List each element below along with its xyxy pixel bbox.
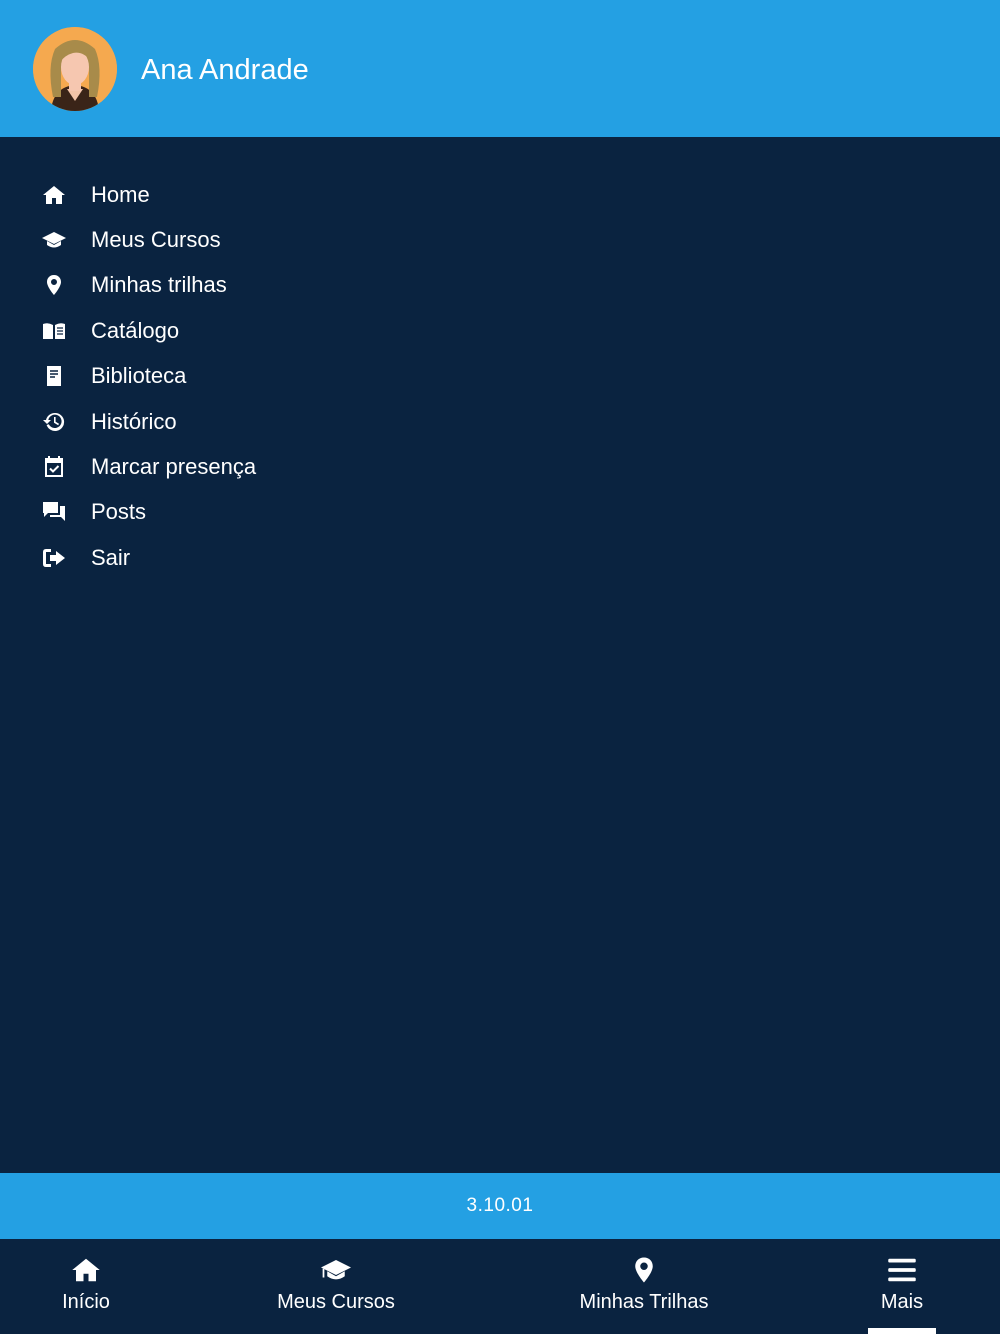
- menu-item-home[interactable]: Home: [0, 172, 1000, 217]
- menu-item-label: Biblioteca: [91, 363, 187, 389]
- tab-mais[interactable]: Mais: [862, 1239, 942, 1334]
- menu-item-label: Sair: [91, 544, 131, 570]
- menu-icon: [887, 1254, 917, 1286]
- active-tab-indicator: [868, 1328, 936, 1334]
- app-version: 3.10.01: [466, 1195, 534, 1216]
- home-icon: [69, 1254, 103, 1286]
- user-name: Ana Andrade: [141, 54, 309, 86]
- calendar-check-icon: [40, 454, 68, 480]
- menu-item-minhas-trilhas[interactable]: Minhas trilhas: [0, 263, 1000, 308]
- tab-label: Meus Cursos: [277, 1291, 395, 1313]
- sign-out-icon: [40, 545, 68, 571]
- menu-item-label: Histórico: [91, 408, 177, 434]
- chat-icon: [40, 499, 68, 525]
- bottom-tab-bar: Início Meus Cursos Minhas Trilhas Mais: [0, 1239, 1000, 1334]
- profile-header: Ana Andrade: [0, 0, 1000, 137]
- side-menu: Home Meus Cursos Minhas trilhas Catálogo…: [0, 172, 1000, 581]
- menu-item-historico[interactable]: Histórico: [0, 399, 1000, 444]
- map-pin-icon: [629, 1254, 659, 1286]
- menu-item-label: Posts: [91, 499, 147, 525]
- graduation-cap-icon: [40, 227, 68, 253]
- menu-item-label: Catálogo: [91, 317, 180, 343]
- history-icon: [40, 409, 68, 435]
- map-pin-icon: [40, 272, 68, 298]
- tab-label: Mais: [880, 1291, 924, 1313]
- menu-item-label: Marcar presença: [91, 454, 257, 480]
- menu-item-biblioteca[interactable]: Biblioteca: [0, 354, 1000, 399]
- version-bar: 3.10.01: [0, 1173, 1000, 1239]
- avatar-female-icon: [33, 27, 117, 111]
- menu-item-sair[interactable]: Sair: [0, 535, 1000, 580]
- menu-item-meus-cursos[interactable]: Meus Cursos: [0, 217, 1000, 262]
- menu-item-label: Home: [91, 181, 150, 207]
- book-icon: [40, 363, 68, 389]
- menu-item-catalogo[interactable]: Catálogo: [0, 308, 1000, 353]
- menu-item-label: Meus Cursos: [91, 227, 221, 253]
- menu-item-marcar-presenca[interactable]: Marcar presença: [0, 444, 1000, 489]
- tab-minhas-trilhas[interactable]: Minhas Trilhas: [569, 1239, 719, 1334]
- home-icon: [40, 182, 68, 208]
- tab-inicio[interactable]: Início: [36, 1239, 136, 1334]
- avatar[interactable]: [33, 27, 117, 111]
- tab-label: Início: [62, 1291, 110, 1313]
- menu-item-label: Minhas trilhas: [91, 272, 227, 298]
- tab-label: Minhas Trilhas: [579, 1291, 709, 1313]
- graduation-cap-icon: [317, 1254, 355, 1286]
- menu-item-posts[interactable]: Posts: [0, 490, 1000, 535]
- open-book-icon: [40, 318, 68, 344]
- tab-meus-cursos[interactable]: Meus Cursos: [266, 1239, 406, 1334]
